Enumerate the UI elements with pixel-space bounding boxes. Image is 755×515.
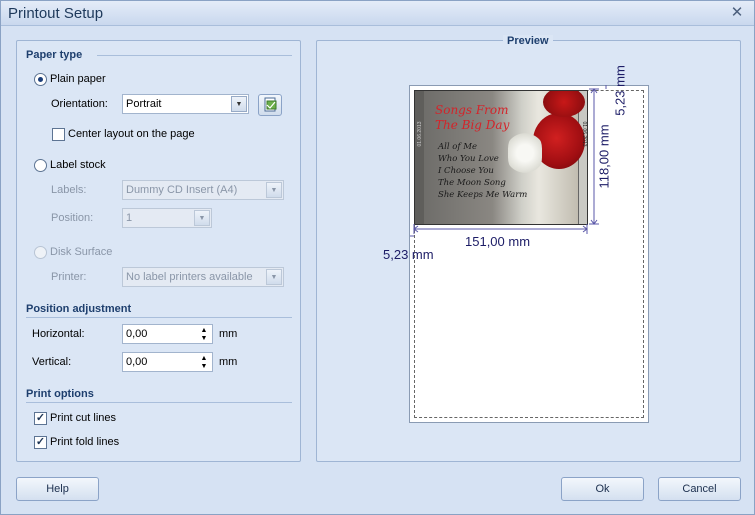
spin-down-icon[interactable]: ▼ [199,363,209,370]
disk-surface-label[interactable]: Disk Surface [50,246,112,258]
labels-select[interactable]: Dummy CD Insert (A4) ▼ [122,180,284,200]
title-bar: Printout Setup ✕ [1,1,754,26]
position-select[interactable]: 1 ▼ [122,208,212,228]
width-dimension: 151,00 mm [465,234,531,249]
center-layout-checkbox[interactable] [52,128,65,141]
horizontal-label: Horizontal: [32,328,85,340]
horizontal-unit: mm [219,328,238,340]
preview-panel: Preview Songs From The Big Day All of Me… [316,35,741,462]
chevron-down-icon: ▼ [194,210,210,226]
top-margin-dimension: 5,23 mm [612,65,628,116]
help-button[interactable]: Help [16,477,99,501]
position-label: Position: [51,212,94,224]
spin-up-icon[interactable]: ▲ [199,355,209,362]
print-fold-lines-label[interactable]: Print fold lines [50,436,119,448]
cancel-button[interactable]: Cancel [658,477,741,501]
label-stock-radio[interactable] [34,159,47,172]
chevron-down-icon[interactable]: ▼ [231,96,247,112]
page-setup-button[interactable] [258,94,282,116]
printer-select[interactable]: No label printers available ▼ [122,267,284,287]
close-icon[interactable]: ✕ [730,5,744,20]
disk-surface-radio[interactable] [34,246,47,259]
paper-type-separator [97,55,292,56]
horizontal-spinner[interactable]: 0,00 ▲ ▼ [122,324,213,344]
plain-paper-label[interactable]: Plain paper [50,73,106,85]
paper-type-header: Paper type [26,49,83,61]
page-setup-icon [264,97,277,112]
labels-label: Labels: [51,184,87,196]
printer-value: No label printers available [126,271,253,283]
print-options-header: Print options [26,388,94,400]
print-options-separator [26,402,292,403]
vertical-label: Vertical: [32,356,72,368]
plain-paper-radio[interactable] [34,73,47,86]
labels-value: Dummy CD Insert (A4) [126,184,238,196]
dimension-lines [410,85,607,237]
printer-label: Printer: [51,271,87,283]
chevron-down-icon: ▼ [266,182,282,198]
center-layout-label[interactable]: Center layout on the page [68,128,195,140]
ok-button[interactable]: Ok [561,477,644,501]
print-cut-lines-checkbox[interactable]: ✓ [34,412,47,425]
orientation-label: Orientation: [51,98,108,110]
left-margin-dimension: 5,23 mm [383,247,434,262]
chevron-down-icon: ▼ [266,269,282,285]
orientation-select[interactable]: Portrait ▼ [122,94,249,114]
height-dimension: 118,00 mm [596,124,612,189]
vertical-spinner[interactable]: 0,00 ▲ ▼ [122,352,213,372]
label-stock-label[interactable]: Label stock [50,159,106,171]
vertical-value: 0,00 [126,356,148,368]
settings-panel: Paper type Plain paper Orientation: Port… [16,40,301,462]
position-adjustment-separator [26,317,292,318]
print-fold-lines-checkbox[interactable]: ✓ [34,436,47,449]
orientation-value: Portrait [126,98,162,110]
position-adjustment-header: Position adjustment [26,303,132,315]
printout-setup-window: Printout Setup ✕ Paper type Plain paper … [0,0,755,515]
vertical-unit: mm [219,356,238,368]
spin-up-icon[interactable]: ▲ [199,327,209,334]
position-value: 1 [126,212,133,224]
horizontal-value: 0,00 [126,328,148,340]
window-title: Printout Setup [8,5,104,22]
spin-down-icon[interactable]: ▼ [199,335,209,342]
print-cut-lines-label[interactable]: Print cut lines [50,412,116,424]
